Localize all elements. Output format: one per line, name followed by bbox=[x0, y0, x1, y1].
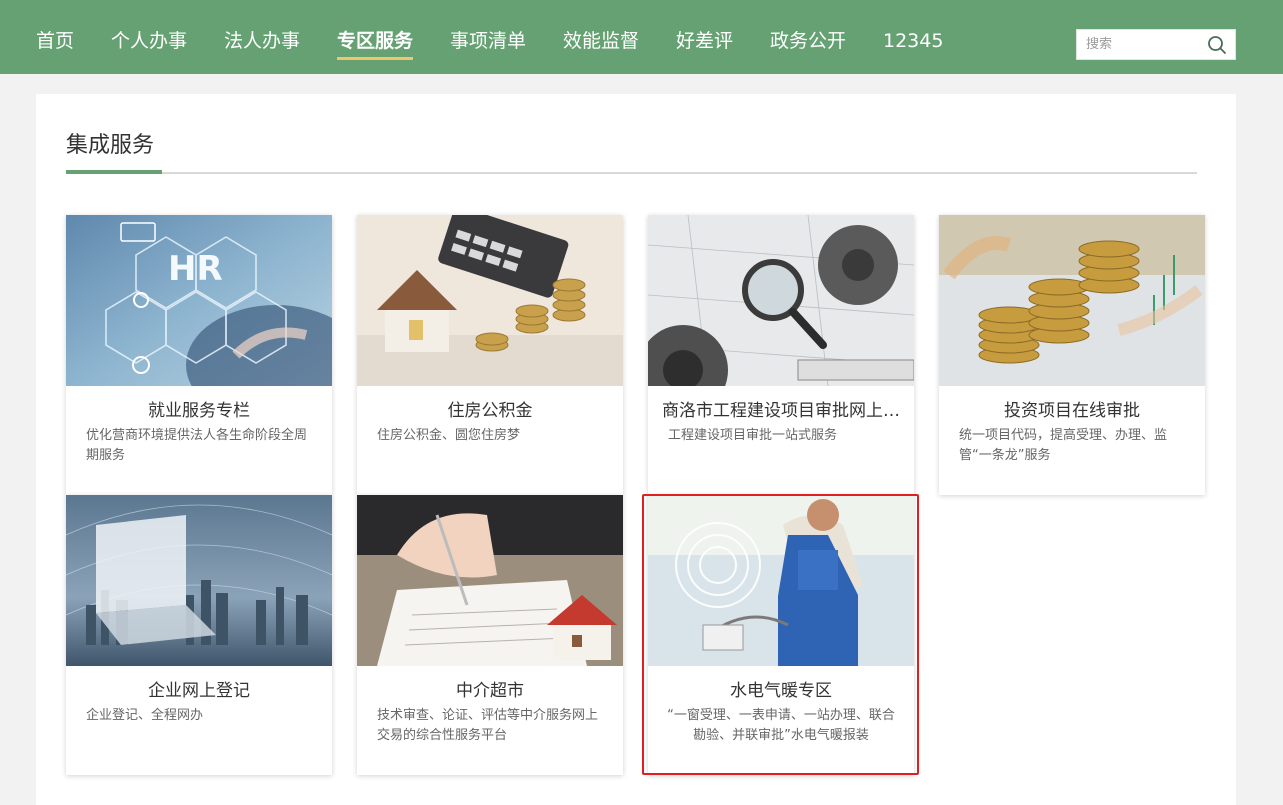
section-divider bbox=[66, 172, 1197, 174]
card-description: 技术审查、论证、评估等中介服务网上交易的综合性服务平台 bbox=[377, 708, 599, 743]
card-title: 投资项目在线审批 bbox=[1004, 401, 1140, 421]
hr-network-image: HR bbox=[66, 215, 332, 386]
blueprint-gears-image bbox=[648, 215, 914, 386]
card-title: 企业网上登记 bbox=[148, 681, 250, 701]
nav-home[interactable]: 首页 bbox=[36, 28, 74, 54]
card-title: 住房公积金 bbox=[447, 401, 533, 421]
active-nav-underline bbox=[337, 57, 413, 60]
laptop-city-image bbox=[66, 495, 332, 666]
nav-special-services[interactable]: 专区服务 bbox=[337, 28, 413, 54]
card-description: 工程建设项目审批一站式服务 bbox=[668, 428, 838, 443]
card-utilities-zone[interactable]: 水电气暖专区 “一窗受理、一表申请、一站办理、联合勘验、并联审批”水电气暖报装 bbox=[648, 495, 914, 775]
search-input[interactable] bbox=[1077, 30, 1201, 59]
card-online-business-registration[interactable]: 企业网上登记 企业登记、全程网办 bbox=[66, 495, 332, 775]
svg-text:HR: HR bbox=[168, 249, 223, 289]
nav-government-affairs[interactable]: 政务公开 bbox=[770, 28, 846, 54]
card-description: 优化营商环境提供法人各生命阶段全周期服务 bbox=[86, 428, 308, 463]
coins-chart-image bbox=[939, 215, 1205, 386]
card-construction-approval[interactable]: 商洛市工程建设项目审批网上… 工程建设项目审批一站式服务 bbox=[648, 215, 914, 495]
card-description: 统一项目代码，提高受理、办理、监管“一条龙”服务 bbox=[959, 428, 1168, 463]
card-title: 商洛市工程建设项目审批网上… bbox=[662, 401, 900, 421]
card-title: 水电气暖专区 bbox=[730, 681, 832, 701]
section-title: 集成服务 bbox=[66, 133, 155, 158]
card-title: 就业服务专栏 bbox=[148, 401, 250, 421]
nav-hotline-12345[interactable]: 12345 bbox=[883, 28, 943, 54]
nav-personal-affairs[interactable]: 个人办事 bbox=[111, 28, 187, 54]
card-description: 企业登记、全程网办 bbox=[86, 708, 204, 723]
nav-efficiency-supervision[interactable]: 效能监督 bbox=[563, 28, 639, 54]
nav-item-list[interactable]: 事项清单 bbox=[450, 28, 526, 54]
section-title-accent bbox=[66, 170, 162, 174]
search-icon[interactable] bbox=[1207, 35, 1227, 55]
card-title: 中介超市 bbox=[456, 681, 524, 701]
card-investment-approval[interactable]: 投资项目在线审批 统一项目代码，提高受理、办理、监管“一条龙”服务 bbox=[939, 215, 1205, 495]
card-employment-services[interactable]: HR 就业服务专栏 优化营商环境提供法人各生命阶段全周期服务 bbox=[66, 215, 332, 495]
contract-house-image bbox=[357, 495, 623, 666]
card-description: “一窗受理、一表申请、一站办理、联合勘验、并联审批”水电气暖报装 bbox=[667, 708, 895, 743]
nav-reviews[interactable]: 好差评 bbox=[676, 28, 733, 54]
card-intermediary-market[interactable]: 中介超市 技术审查、论证、评估等中介服务网上交易的综合性服务平台 bbox=[357, 495, 623, 775]
electrician-image bbox=[648, 495, 914, 666]
card-housing-fund[interactable]: 住房公积金 住房公积金、圆您住房梦 bbox=[357, 215, 623, 495]
house-coins-image bbox=[357, 215, 623, 386]
card-description: 住房公积金、圆您住房梦 bbox=[377, 428, 521, 443]
nav-corporate-affairs[interactable]: 法人办事 bbox=[224, 28, 300, 54]
